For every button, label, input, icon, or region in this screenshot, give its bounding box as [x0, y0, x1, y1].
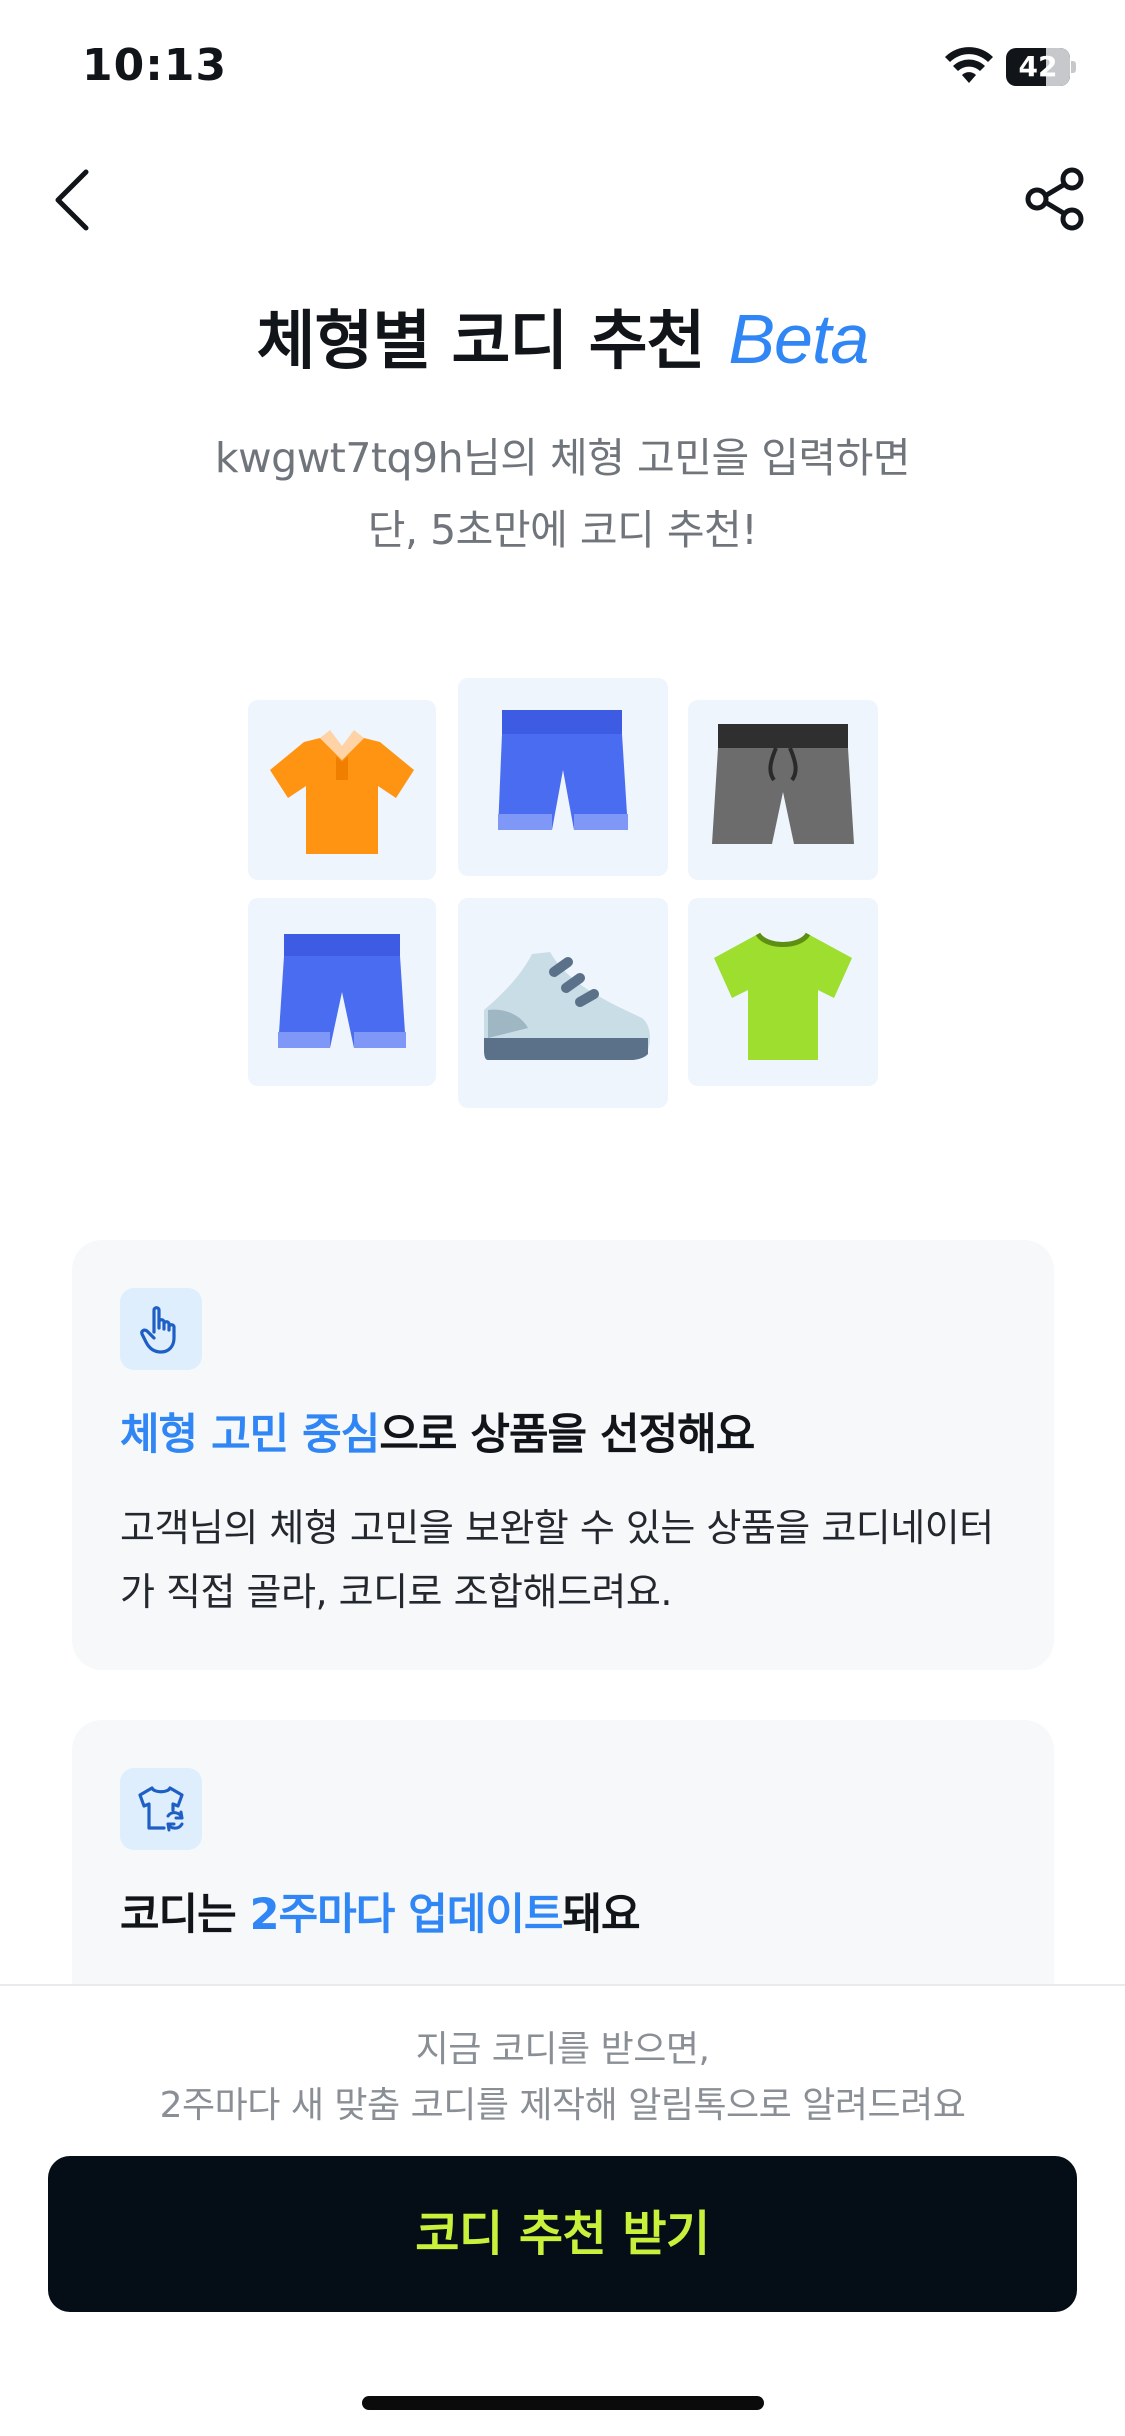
heading-highlight: 체형 고민 중심: [120, 1410, 380, 1460]
description-line-2: 가 직접 골라, 코디로 조합해드려요.: [120, 1570, 672, 1614]
illustration-tile: [248, 700, 436, 880]
chevron-left-icon: [55, 169, 89, 231]
battery-icon: 42: [1006, 48, 1076, 86]
orange-polo-shirt-icon: [270, 730, 414, 854]
hand-pointer-icon: [140, 1306, 176, 1354]
wifi-icon: [945, 47, 993, 83]
illustration-tile: [688, 898, 878, 1086]
feature-icon-box: [120, 1288, 202, 1370]
heading-rest: 돼요: [562, 1890, 640, 1940]
bottom-action-bar: 지금 코디를 받으면, 2주마다 새 맞춤 코디를 제작해 알림톡으로 알려드려…: [0, 1984, 1125, 2436]
heading-highlight: 2주마다 업데이트: [249, 1890, 564, 1940]
feature-card: 코디는 2주마다 업데이트돼요: [72, 1720, 1054, 2020]
blue-shorts-icon: [278, 934, 406, 1048]
feature-heading: 코디는 2주마다 업데이트돼요: [120, 1880, 641, 1942]
heading-rest: 으로 상품을 선정해요: [379, 1410, 755, 1460]
beta-badge: Beta: [728, 300, 869, 378]
feature-card: 체형 고민 중심으로 상품을 선정해요 고객님의 체형 고민을 보완할 수 있는…: [72, 1240, 1054, 1670]
blue-shorts-icon: [498, 710, 628, 830]
home-indicator[interactable]: [362, 2396, 764, 2410]
status-time: 10:13: [82, 40, 228, 91]
illustration-tile: [458, 678, 668, 876]
get-coordination-button[interactable]: 코디 추천 받기: [48, 2156, 1077, 2312]
feature-description: 고객님의 체형 고민을 보완할 수 있는 상품을 코디네이터 가 직접 골라, …: [120, 1496, 1020, 1624]
illustration-tile: [248, 898, 436, 1086]
page-title: 체형별 코디 추천 Beta: [0, 290, 1125, 382]
illustration-tile: [688, 700, 878, 880]
feature-heading: 체형 고민 중심으로 상품을 선정해요: [120, 1400, 755, 1462]
subtitle-line-2: 단, 5초만에 코디 추천!: [367, 506, 758, 554]
description-line-1: 고객님의 체형 고민을 보완할 수 있는 상품을 코디네이터: [120, 1506, 994, 1550]
heading-prefix: 코디는: [120, 1890, 250, 1940]
illustration-tile: [458, 898, 668, 1108]
sneaker-icon: [484, 952, 650, 1060]
battery-level: 42: [1018, 50, 1058, 83]
subtitle-line-1: kwgwt7tq9h님의 체형 고민을 입력하면: [214, 434, 911, 482]
gray-shorts-icon: [712, 724, 854, 844]
notice-line-1: 지금 코디를 받으면,: [415, 2029, 710, 2070]
share-button[interactable]: [1020, 164, 1090, 234]
back-button[interactable]: [44, 160, 104, 240]
status-bar: 10:13 42: [0, 0, 1125, 140]
title-text: 체형별 코디 추천: [256, 305, 706, 379]
green-tshirt-icon: [714, 932, 852, 1060]
notice-line-2: 2주마다 새 맞춤 코디를 제작해 알림톡으로 알려드려요: [159, 2085, 966, 2126]
tshirt-refresh-icon: [138, 1786, 184, 1832]
feature-icon-box: [120, 1768, 202, 1850]
share-icon: [1025, 167, 1084, 231]
